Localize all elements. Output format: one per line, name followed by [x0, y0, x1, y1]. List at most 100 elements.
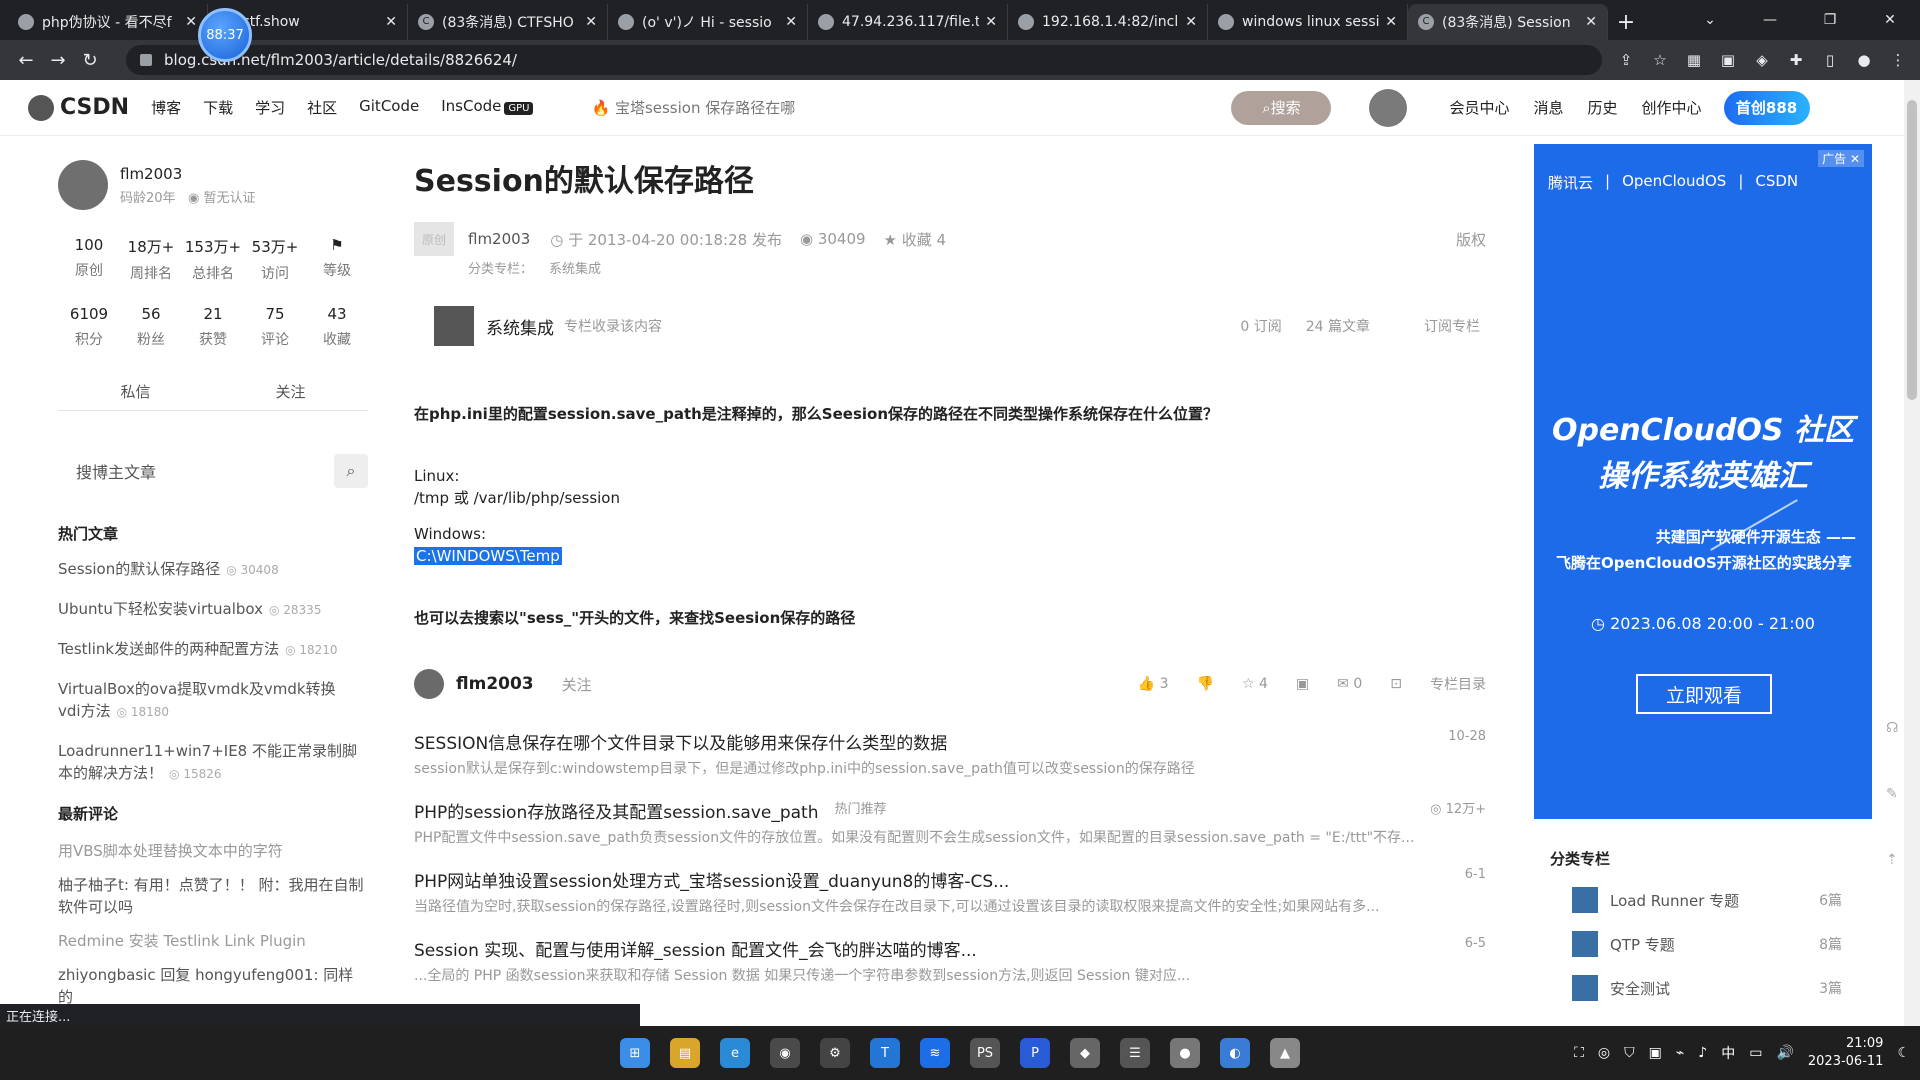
- extension-icon[interactable]: ▣: [1716, 48, 1740, 72]
- column-image[interactable]: [434, 306, 474, 346]
- shield-icon[interactable]: ⛉: [1624, 1045, 1635, 1061]
- dislike-icon[interactable]: 👎: [1197, 676, 1214, 692]
- category-item[interactable]: Load Runner 专题 6篇: [1550, 887, 1860, 913]
- nav-gitcode[interactable]: GitCode: [359, 97, 419, 118]
- subscribe-column-button[interactable]: 订阅专栏: [1424, 316, 1480, 336]
- profile-icon[interactable]: ●: [1852, 48, 1876, 72]
- browser-tab[interactable]: C (83条消息) CTFSHO ✕: [408, 4, 608, 40]
- favorite-button[interactable]: ☆ 4: [1242, 676, 1268, 692]
- page-scrollbar[interactable]: [1904, 80, 1920, 1026]
- stat-original[interactable]: 100 原创: [58, 236, 120, 283]
- author-name[interactable]: flm2003: [120, 165, 255, 183]
- tray-app-icon[interactable]: ◎: [1598, 1045, 1610, 1061]
- network-icon[interactable]: ⌁: [1676, 1045, 1684, 1061]
- close-tab-icon[interactable]: ✕: [185, 14, 197, 30]
- notification-icon[interactable]: ☾: [1897, 1045, 1910, 1061]
- volume-icon[interactable]: 🔊: [1776, 1045, 1793, 1061]
- browser-tab[interactable]: (o' v')ノ Hi - sessio ✕: [608, 4, 808, 40]
- messages-link[interactable]: 消息: [1534, 97, 1564, 118]
- close-tab-icon[interactable]: ✕: [385, 14, 397, 30]
- close-tab-icon[interactable]: ✕: [1185, 14, 1197, 30]
- back-to-top-icon[interactable]: ⇡: [1886, 852, 1902, 868]
- stat-points[interactable]: 6109 积分: [58, 305, 120, 349]
- search-button[interactable]: ⌕ 搜索: [1231, 90, 1332, 125]
- comment-button[interactable]: ✉ 0: [1337, 676, 1362, 692]
- app-icon[interactable]: ☰: [1120, 1038, 1150, 1068]
- copyright-link[interactable]: 版权: [1456, 229, 1486, 250]
- recommendation-item[interactable]: PHP网站单独设置session处理方式_宝塔session设置_duanyun…: [414, 867, 1500, 916]
- stat-weekly-rank[interactable]: 18万+ 周排名: [120, 236, 182, 283]
- follow-author-button[interactable]: 关注: [213, 381, 368, 411]
- microphone-icon[interactable]: ♪: [1698, 1045, 1707, 1061]
- action-author-name[interactable]: flm2003: [456, 674, 534, 694]
- browser-tab[interactable]: 47.94.236.117/file.t ✕: [808, 4, 1008, 40]
- app-icon[interactable]: ◆: [1070, 1038, 1100, 1068]
- tab-search-icon[interactable]: ⌄: [1680, 0, 1740, 40]
- app-icon[interactable]: T: [870, 1038, 900, 1068]
- nav-download[interactable]: 下载: [203, 97, 233, 118]
- close-tab-icon[interactable]: ✕: [585, 14, 597, 30]
- hot-article-item[interactable]: VirtualBox的ova提取vmdk及vmdk转换vdi方法 ◎ 18180: [58, 678, 358, 723]
- search-icon[interactable]: ⌕: [334, 454, 368, 488]
- app-icon[interactable]: ▲: [1270, 1038, 1300, 1068]
- chrome-browser-icon[interactable]: ◉: [770, 1038, 800, 1068]
- recommendation-item[interactable]: PHP的session存放路径及其配置session.save_path 热门推荐…: [414, 798, 1500, 847]
- comment-article-link[interactable]: Redmine 安装 Testlink Link Plugin: [58, 930, 368, 952]
- app-icon[interactable]: ◐: [1220, 1038, 1250, 1068]
- private-message-button[interactable]: 私信: [58, 381, 213, 411]
- browser-tab[interactable]: php伪协议 - 看不尽f ✕: [8, 4, 208, 40]
- stat-level[interactable]: ⚑ 等级: [306, 236, 368, 283]
- vip-button[interactable]: 首创888: [1723, 90, 1810, 125]
- share-icon[interactable]: ⊡: [1390, 676, 1402, 692]
- ad-label[interactable]: 广告 ✕: [1818, 150, 1864, 167]
- opencloudos-ad[interactable]: 广告 ✕ 腾讯云 | OpenCloudOS | CSDN OpenCloudOS …: [1534, 144, 1872, 819]
- back-arrow-icon[interactable]: ←: [10, 44, 42, 76]
- feedback-icon[interactable]: ✎: [1886, 786, 1902, 802]
- close-tab-icon[interactable]: ✕: [785, 14, 797, 30]
- forward-arrow-icon[interactable]: →: [42, 44, 74, 76]
- nav-inscode[interactable]: InsCode GPU: [441, 97, 534, 118]
- category-tag[interactable]: 系统集成: [549, 262, 601, 277]
- reload-icon[interactable]: ↻: [74, 44, 106, 76]
- nav-learn[interactable]: 学习: [255, 97, 285, 118]
- extension-icon[interactable]: ◈: [1750, 48, 1774, 72]
- ime-indicator[interactable]: 中: [1721, 1043, 1735, 1063]
- stat-favorites[interactable]: 43 收藏: [306, 305, 368, 349]
- column-toc-button[interactable]: 专栏目录: [1430, 674, 1486, 694]
- extension-icon[interactable]: ▦: [1682, 48, 1706, 72]
- address-bar[interactable]: blog.csdn.net/flm2003/article/details/88…: [126, 45, 1602, 75]
- app-icon[interactable]: P: [1020, 1038, 1050, 1068]
- stat-fans[interactable]: 56 粉丝: [120, 305, 182, 349]
- category-item[interactable]: 安全测试 3篇: [1550, 975, 1860, 1001]
- hot-search-suggestion[interactable]: 🔥 宝塔session 保存路径在哪: [591, 97, 1231, 118]
- scrollbar-thumb[interactable]: [1907, 100, 1917, 400]
- display-icon[interactable]: ▭: [1749, 1045, 1762, 1061]
- app-icon[interactable]: ⚙: [820, 1038, 850, 1068]
- tray-app-icon[interactable]: ⛶: [1574, 1045, 1584, 1061]
- close-tab-icon[interactable]: ✕: [1385, 14, 1397, 30]
- watch-now-button[interactable]: 立即观看: [1636, 674, 1772, 714]
- author-avatar-small[interactable]: [414, 669, 444, 699]
- stat-visits[interactable]: 53万+ 访问: [244, 236, 306, 283]
- bookmark-star-icon[interactable]: ☆: [1648, 48, 1672, 72]
- like-button[interactable]: 👍 3: [1138, 676, 1169, 692]
- stat-total-rank[interactable]: 153万+ 总排名: [182, 236, 244, 283]
- hot-article-item[interactable]: Testlink发送邮件的两种配置方法 ◎ 18210: [58, 638, 358, 661]
- history-link[interactable]: 历史: [1588, 97, 1618, 118]
- reward-icon[interactable]: ▣: [1296, 676, 1309, 692]
- sidepanel-icon[interactable]: ▯: [1818, 48, 1842, 72]
- nav-community[interactable]: 社区: [307, 97, 337, 118]
- browser-tab[interactable]: 192.168.1.4:82/inclu ✕: [1008, 4, 1208, 40]
- menu-dots-icon[interactable]: ⋮: [1886, 48, 1910, 72]
- browser-tab[interactable]: windows linux sessi ✕: [1208, 4, 1408, 40]
- follow-button[interactable]: 关注: [562, 674, 592, 695]
- recommendation-item[interactable]: Session 实现、配置与使用详解_session 配置文件_会飞的胖达喵的博…: [414, 936, 1500, 985]
- member-center-link[interactable]: 会员中心: [1449, 97, 1509, 118]
- column-name[interactable]: 系统集成: [486, 314, 554, 339]
- comment-article-link[interactable]: 用VBS脚本处理替换文本中的字符: [58, 840, 368, 862]
- close-tab-icon[interactable]: ✕: [1585, 14, 1597, 30]
- puzzle-icon[interactable]: ✚: [1784, 48, 1808, 72]
- user-avatar[interactable]: [1369, 88, 1408, 127]
- stat-likes[interactable]: 21 获赞: [182, 305, 244, 349]
- app-icon[interactable]: ≋: [920, 1038, 950, 1068]
